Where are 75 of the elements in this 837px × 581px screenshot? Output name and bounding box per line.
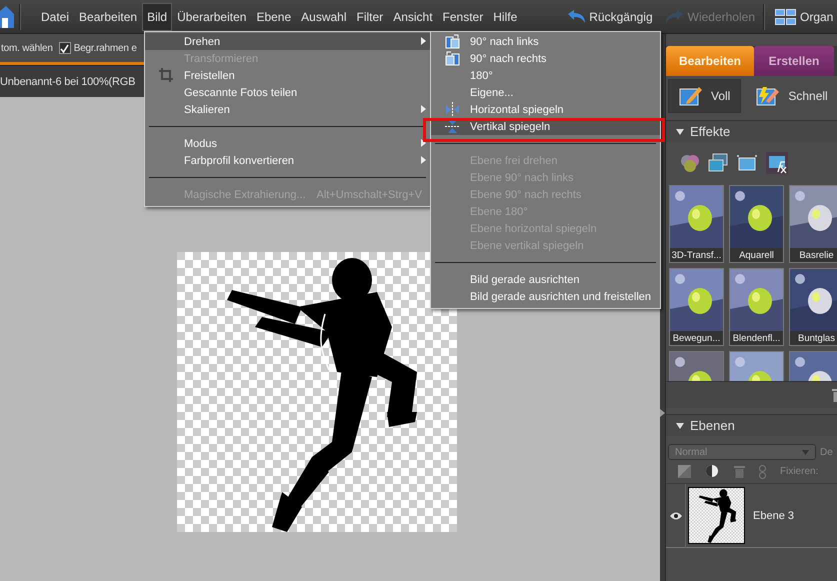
layers-icon [708,153,728,173]
undo-button[interactable]: Rückgängig [566,10,653,24]
rotate-left-icon [445,34,460,49]
option-label: tom. wählen [1,42,53,54]
menu-item[interactable]: Bild [142,2,172,30]
mode-button[interactable]: Schnell [745,79,837,113]
menu-item[interactable]: Drehen [145,33,430,50]
menu-item[interactable]: 90° nach rechts [431,50,660,67]
chain-icon [759,464,766,478]
menu-item[interactable]: Auswahl [296,2,352,30]
new-layer-icon [678,465,691,478]
menu-item[interactable]: Datei [36,2,74,30]
redo-icon [664,10,685,24]
menu-item[interactable]: Farbprofil konvertieren [145,152,430,169]
menu-item[interactable]: 180° [431,67,660,84]
eye-icon [670,512,682,520]
menu-item[interactable]: Ansicht [388,2,438,30]
pencil-icon [679,85,703,107]
flip-horizontal-icon [445,102,460,117]
menu-item[interactable]: Überarbeiten [172,2,252,30]
submenu-arrow-icon [421,37,426,45]
option-label: Begr.rahmen e [74,42,137,54]
opacity-label: De [820,446,833,458]
organizer-button[interactable]: Organ [775,8,834,24]
collapse-triangle-icon [676,128,684,134]
submenu-arrow-icon [421,105,426,113]
submenu-arrow-icon [421,139,426,147]
effect-thumbnail[interactable]: 3D-Transf... [669,185,724,263]
undo-icon [566,10,586,24]
pencil-lightning-icon [756,85,780,107]
menu-item[interactable]: Skalieren [145,101,430,118]
layer-name: Ebene 3 [753,510,794,522]
section-header[interactable]: Ebenen [666,414,837,436]
tab[interactable]: Erstellen [754,46,834,76]
section-title: Ebenen [690,418,735,433]
mode-button[interactable]: Voll [668,79,742,113]
menu-item[interactable]: Horizontal spiegeln [431,101,660,118]
grid-icon [775,8,796,24]
section-header[interactable]: Effekte [666,120,837,142]
fx-icon [766,152,788,174]
sparkle-frame-icon [736,153,758,173]
adjustment-icon [705,464,720,479]
rotate-right-icon [445,51,460,66]
menu-item[interactable]: Filter [352,2,388,30]
menu-item[interactable]: 90° nach links [431,33,660,50]
crop-icon [159,68,173,82]
menu-item[interactable]: Eigene... [431,84,660,101]
expand-arrow-icon [660,409,665,417]
menu-item[interactable]: Ebene [251,2,296,30]
effect-thumbnail[interactable]: Blendenfl... [729,268,784,346]
home-icon [0,6,14,28]
section-title: Effekte [690,124,730,139]
trash-icon [734,465,745,478]
menu-item[interactable]: Fenster [438,2,488,30]
check-icon [60,44,70,52]
collapse-triangle-icon [676,422,684,428]
menu-item[interactable]: Modus [145,135,430,152]
flip-vertical-icon [445,119,460,134]
document-tab[interactable]: Unbenannt-6 bei 100%(RGB [0,76,136,88]
effect-thumbnail[interactable]: Buntglas [789,268,837,346]
menu-item[interactable]: Hilfe [488,2,522,30]
circles-icon [680,153,700,173]
effect-thumbnail[interactable]: Bewegun... [669,268,724,346]
dropdown-arrow-icon [802,450,809,454]
menu-item[interactable]: Bearbeiten [74,2,142,30]
menu-item[interactable]: Bild gerade ausrichten [431,271,660,288]
layer-row[interactable]: Ebene 3 [666,484,837,548]
checkbox[interactable] [58,42,71,54]
effect-thumbnail[interactable]: Aquarell [729,185,784,263]
lock-label: Fixieren: [780,466,818,477]
effect-thumbnail[interactable]: Basrelie [789,185,837,263]
menu-item[interactable]: Freistellen [145,67,430,84]
menu-item[interactable]: Gescannte Fotos teilen [145,84,430,101]
submenu-arrow-icon [421,156,426,164]
menu-item[interactable]: Bild gerade ausrichten und freistellen [431,288,660,305]
